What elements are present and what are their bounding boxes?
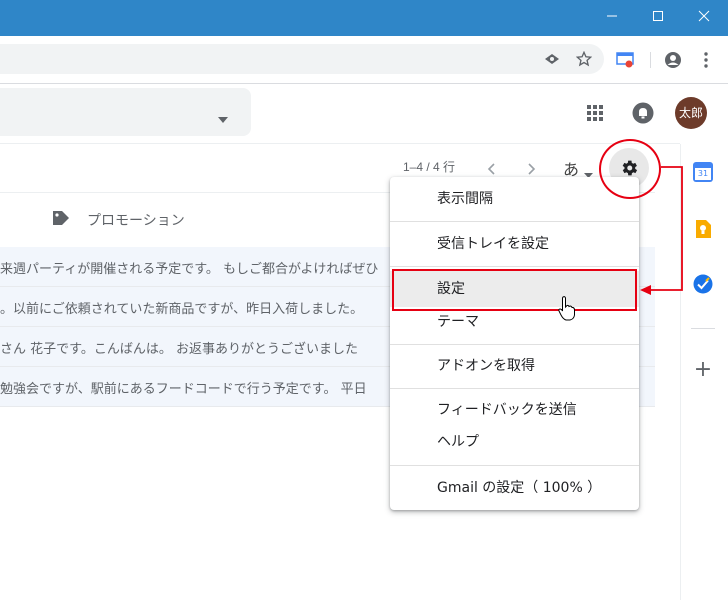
star-icon[interactable]: [574, 49, 594, 69]
apps-grid-icon[interactable]: [584, 102, 606, 124]
settings-annotation-box: [392, 269, 637, 311]
menu-divider: [390, 221, 639, 222]
menu-divider: [390, 266, 639, 267]
menu-divider: [390, 465, 639, 466]
email-snippet: 来週パーティが開催される予定です。 もしご都合がよければぜひ: [0, 262, 379, 277]
side-panel: 31 +: [680, 144, 728, 600]
notifications-icon[interactable]: [631, 101, 655, 125]
menu-divider: [390, 344, 639, 345]
email-snippet: 勉強会ですが、駅前にあるフードコードで行う予定です。 平日: [0, 382, 367, 397]
hand-cursor-icon: [558, 296, 575, 321]
menu-divider: [390, 388, 639, 389]
email-snippet: さん 花子です。こんばんは。 お返事ありがとうございました: [0, 342, 358, 357]
maximize-button[interactable]: [635, 0, 681, 32]
add-addon-button[interactable]: +: [693, 358, 713, 382]
menu-item-density[interactable]: 表示間隔: [390, 181, 639, 217]
search-box[interactable]: [0, 88, 251, 136]
close-button[interactable]: [681, 0, 727, 32]
tag-icon: [52, 210, 70, 230]
menu-item-gmail-zoom-settings[interactable]: Gmail の設定（ 100% ）: [390, 470, 639, 506]
calendar-icon[interactable]: 31: [693, 162, 713, 182]
close-icon: [698, 10, 710, 22]
eye-icon[interactable]: [542, 49, 562, 69]
menu-item-get-addons[interactable]: アドオンを取得: [390, 348, 639, 384]
maximize-icon: [653, 11, 663, 21]
header-divider: [0, 143, 680, 144]
settings-menu: 表示間隔 受信トレイを設定 設定 テーマ アドオンを取得 フィードバックを送信 …: [390, 177, 639, 510]
search-options-chevron-icon[interactable]: [218, 108, 228, 127]
menu-item-send-feedback[interactable]: フィードバックを送信: [390, 392, 639, 428]
browser-toolbar: [0, 36, 728, 84]
calendar-day: 31: [695, 168, 711, 180]
tab-promotions[interactable]: プロモーション: [87, 210, 185, 230]
cast-icon[interactable]: [614, 50, 636, 70]
avatar[interactable]: 太郎: [675, 97, 707, 129]
minimize-icon: [607, 15, 617, 17]
window-title-bar: [0, 0, 728, 36]
more-vert-icon[interactable]: [696, 50, 716, 70]
tasks-icon[interactable]: [693, 274, 713, 294]
menu-item-help[interactable]: ヘルプ: [390, 424, 639, 460]
menu-item-configure-inbox[interactable]: 受信トレイを設定: [390, 226, 639, 262]
toolbar-divider: [650, 52, 651, 68]
keep-icon[interactable]: [694, 219, 712, 239]
pager-count: 1–4 / 4 行: [403, 160, 456, 174]
annotation-arrow-icon: [640, 166, 683, 295]
address-bar[interactable]: [0, 44, 604, 74]
minimize-button[interactable]: [589, 0, 635, 32]
email-snippet: 。以前にご依頼されていた新商品ですが、昨日入荷しました。: [0, 302, 364, 317]
side-panel-divider: [691, 328, 715, 329]
profile-icon[interactable]: [662, 50, 684, 70]
